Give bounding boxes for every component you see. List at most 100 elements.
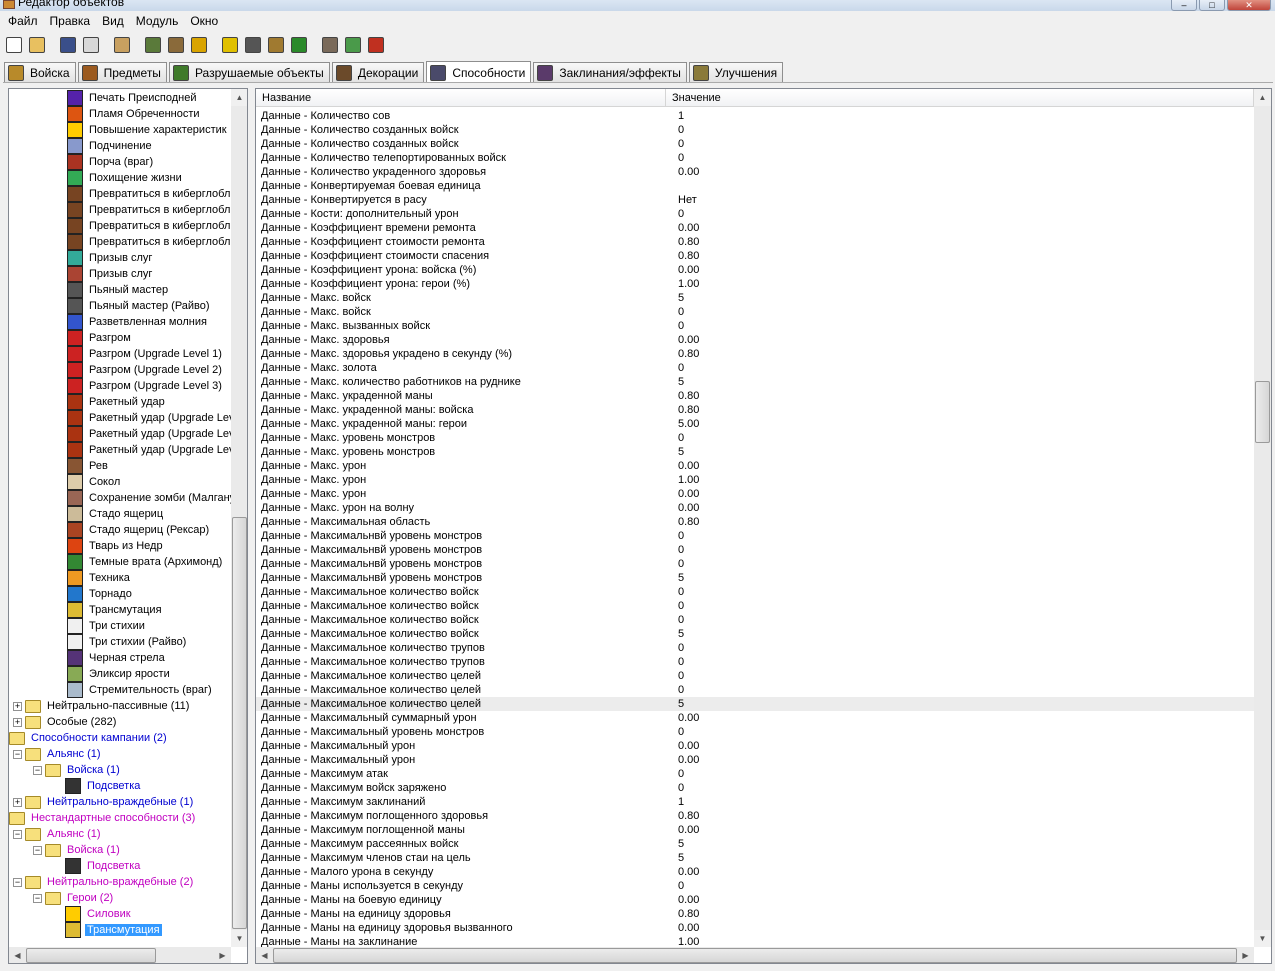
property-row[interactable]: Данные - Коэффициент стоимости спасения 0… <box>256 249 1254 263</box>
property-row[interactable]: Данные - Макс. уровень монстров 5 <box>256 445 1254 459</box>
list-vertical-scrollbar[interactable]: ▲ ▼ <box>1254 89 1271 947</box>
tree-item[interactable]: Превратиться в киберглоблина <box>67 186 231 202</box>
menu-window[interactable]: Окно <box>184 11 224 31</box>
property-row[interactable]: Данные - Кости: дополнительный урон 0 <box>256 207 1254 221</box>
tree-item[interactable]: Три стихии (Райво) <box>67 634 188 650</box>
expand-icon[interactable]: + <box>13 701 22 711</box>
tree-item[interactable]: Подсветка <box>65 778 142 794</box>
property-value[interactable]: 0.00 <box>666 221 966 235</box>
property-row[interactable]: Данные - Максимальное количество войск 0 <box>256 599 1254 613</box>
property-value[interactable]: 0 <box>666 431 966 445</box>
property-row[interactable]: Данные - Макс. здоровья 0.00 <box>256 333 1254 347</box>
property-value[interactable]: 1.00 <box>666 277 966 291</box>
scroll-thumb[interactable] <box>273 948 1237 963</box>
property-value[interactable]: 1.00 <box>666 473 966 487</box>
copy-button[interactable] <box>80 34 102 56</box>
scroll-up-arrow-icon[interactable]: ▲ <box>1254 89 1271 106</box>
tree-item[interactable]: Подсветка <box>65 858 142 874</box>
property-value[interactable]: 0.00 <box>666 487 966 501</box>
property-row[interactable]: Данные - Максимальное количество трупов 0 <box>256 655 1254 669</box>
tree-folder[interactable]: − Герои (2) <box>33 890 115 906</box>
property-row[interactable]: Данные - Максимальный урон 0.00 <box>256 753 1254 767</box>
property-row[interactable]: Данные - Максимум атак 0 <box>256 767 1254 781</box>
property-value[interactable]: 0 <box>666 543 966 557</box>
property-row[interactable]: Данные - Макс. урон 0.00 <box>256 487 1254 501</box>
property-value[interactable]: 5 <box>666 375 966 389</box>
property-row[interactable]: Данные - Максимальнвй уровень монстров 5 <box>256 571 1254 585</box>
property-value[interactable]: 0 <box>666 585 966 599</box>
property-value[interactable]: 0 <box>666 151 966 165</box>
property-value[interactable]: 0 <box>666 781 966 795</box>
property-row[interactable]: Данные - Коэффициент стоимости ремонта 0.… <box>256 235 1254 249</box>
tree-item[interactable]: Повышение характеристик <box>67 122 229 138</box>
tree-item[interactable]: Разветвленная молния <box>67 314 209 330</box>
property-row[interactable]: Данные - Максимум поглощенной маны 0.00 <box>256 823 1254 837</box>
tab-4[interactable]: Способности <box>426 61 532 83</box>
menu-module[interactable]: Модуль <box>130 11 185 31</box>
tree-item[interactable]: Силовик <box>65 906 133 922</box>
units-button[interactable] <box>142 34 164 56</box>
property-value[interactable]: 0.00 <box>666 739 966 753</box>
tree-folder[interactable]: − Альянс (1) <box>13 746 103 762</box>
property-value[interactable]: 0 <box>666 305 966 319</box>
property-row[interactable]: Данные - Конвертируется в расу Нет <box>256 193 1254 207</box>
property-row[interactable]: Данные - Коэффициент времени ремонта 0.00 <box>256 221 1254 235</box>
ability-button[interactable] <box>242 34 264 56</box>
tree-folder[interactable]: − Альянс (1) <box>13 826 103 842</box>
object-tree[interactable]: Печать Преисподней Пламя Обреченности Повы… <box>8 88 248 964</box>
property-value[interactable]: 0.00 <box>666 753 966 767</box>
collapse-icon[interactable]: − <box>13 829 22 839</box>
property-value[interactable]: 0.80 <box>666 235 966 249</box>
property-value[interactable]: 0.00 <box>666 263 966 277</box>
expand-icon[interactable]: + <box>13 717 22 727</box>
property-value[interactable]: 0.80 <box>666 809 966 823</box>
tree-item[interactable]: Разгром <box>67 330 133 346</box>
import-button[interactable] <box>288 34 310 56</box>
paste-button[interactable] <box>111 34 133 56</box>
property-row[interactable]: Данные - Максимальное количество войск 0 <box>256 613 1254 627</box>
new-file-button[interactable] <box>3 34 25 56</box>
scroll-up-arrow-icon[interactable]: ▲ <box>231 89 247 106</box>
scroll-right-arrow-icon[interactable]: ▶ <box>214 947 231 963</box>
property-value[interactable]: 0 <box>666 725 966 739</box>
tree-item[interactable]: Призыв слуг <box>67 250 154 266</box>
menu-view[interactable]: Вид <box>96 11 130 31</box>
tree-item[interactable]: Три стихии <box>67 618 147 634</box>
tab-5[interactable]: Заклинания/эффекты <box>533 62 687 82</box>
tree-item[interactable]: Стремительность (враг) <box>67 682 214 698</box>
property-value[interactable]: 0 <box>666 655 966 669</box>
property-value[interactable]: 0.00 <box>666 501 966 515</box>
collapse-icon[interactable]: − <box>33 893 42 903</box>
tree-item[interactable]: Пламя Обреченности <box>67 106 202 122</box>
tree-horizontal-scrollbar[interactable]: ◀ ▶ <box>9 947 231 963</box>
tree-item[interactable]: Ракетный удар (Upgrade Level 1) <box>67 410 231 426</box>
property-row[interactable]: Данные - Максимальное количество целей 5 <box>256 697 1254 711</box>
tree-folder[interactable]: + Нейтрально-пассивные (11) <box>13 698 191 714</box>
property-value[interactable]: 0.00 <box>666 823 966 837</box>
property-value[interactable]: 0 <box>666 361 966 375</box>
property-row[interactable]: Данные - Макс. войск 0 <box>256 305 1254 319</box>
property-value[interactable]: 0.80 <box>666 347 966 361</box>
tree-item[interactable]: Похищение жизни <box>67 170 184 186</box>
minimize-button[interactable]: – <box>1171 0 1197 11</box>
collapse-icon[interactable]: − <box>13 749 22 759</box>
sound-button[interactable] <box>219 34 241 56</box>
property-row[interactable]: Данные - Количество украденного здоровья… <box>256 165 1254 179</box>
property-value[interactable]: 0.80 <box>666 249 966 263</box>
property-row[interactable]: Данные - Макс. золота 0 <box>256 361 1254 375</box>
tree-item[interactable]: Ракетный удар (Upgrade Level 2) <box>67 426 231 442</box>
property-value[interactable]: 0 <box>666 123 966 137</box>
tree-item[interactable]: Ракетный удар <box>67 394 167 410</box>
tree-item[interactable]: Черная стрела <box>67 650 167 666</box>
property-value[interactable]: 0.00 <box>666 921 966 935</box>
test-map-button[interactable] <box>365 34 387 56</box>
tree-item[interactable]: Превратиться в киберглоблина <box>67 234 231 250</box>
property-row[interactable]: Данные - Макс. уровень монстров 0 <box>256 431 1254 445</box>
property-value[interactable]: 0 <box>666 319 966 333</box>
property-value[interactable]: 0 <box>666 683 966 697</box>
property-row[interactable]: Данные - Максимальнвй уровень монстров 0 <box>256 529 1254 543</box>
collapse-icon[interactable]: − <box>13 877 22 887</box>
tree-item[interactable]: Ракетный удар (Upgrade Level 3) <box>67 442 231 458</box>
property-value[interactable]: 1 <box>666 795 966 809</box>
tree-item[interactable]: Торнадо <box>67 586 134 602</box>
